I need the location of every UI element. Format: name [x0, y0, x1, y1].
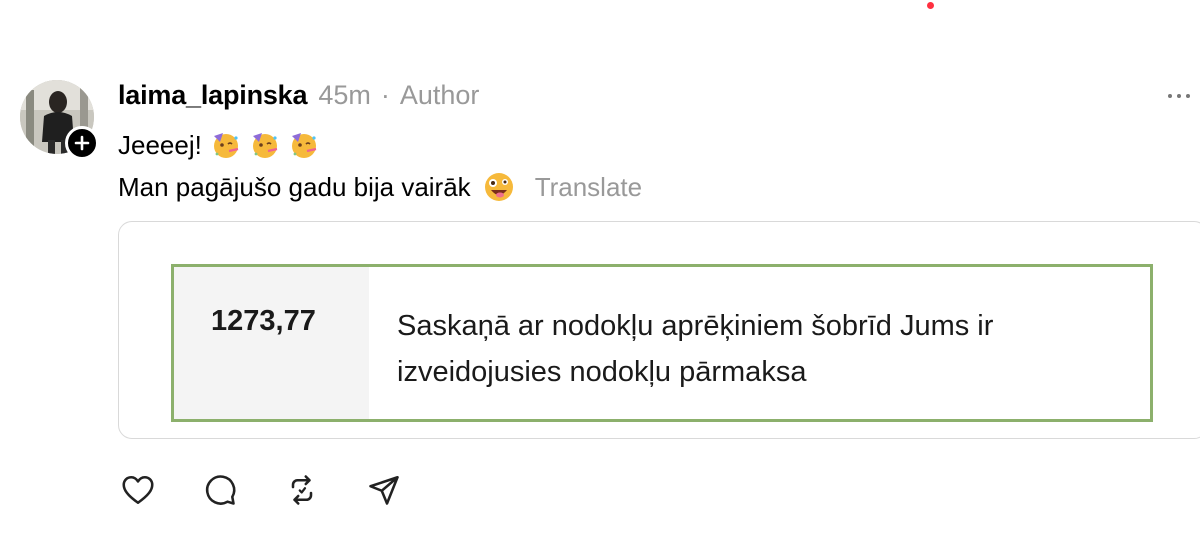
username-link[interactable]: laima_lapinska: [118, 80, 308, 111]
author-badge: Author: [399, 80, 480, 110]
tax-overpayment-box: 1273,77 Saskaņā ar nodokļu aprēķiniem šo…: [171, 264, 1153, 422]
heart-icon: [122, 475, 154, 505]
tax-message-line-1: Saskaņā ar nodokļu aprēķiniem šobrīd Jum…: [397, 310, 994, 342]
notification-dot: [927, 2, 934, 9]
post-text: Jeeeej!: [118, 129, 202, 160]
more-options-button[interactable]: [1168, 84, 1200, 108]
post-actions: [118, 470, 404, 510]
more-dot-icon: [1168, 94, 1172, 98]
partying-face-emoji-icon: [289, 130, 319, 160]
plus-icon: [74, 135, 90, 151]
comment-button[interactable]: [200, 470, 240, 510]
send-icon: [369, 475, 399, 505]
post-header: laima_lapinska 45m · Author: [118, 80, 479, 114]
like-button[interactable]: [118, 470, 158, 510]
post-text: Man pagājušo gadu bija vairāk: [118, 171, 471, 202]
share-button[interactable]: [364, 470, 404, 510]
separator-dot: ·: [380, 80, 390, 110]
post-timestamp[interactable]: 45m: [318, 80, 371, 111]
post-text-line-1: Jeeeej!: [118, 128, 319, 162]
partying-face-emoji-icon: [250, 130, 280, 160]
tax-message-line-2: izveidojusies nodokļu pārmaksa: [397, 356, 807, 388]
more-dot-icon: [1177, 94, 1181, 98]
message-cell: Saskaņā ar nodokļu aprēķiniem šobrīd Jum…: [369, 267, 1150, 419]
attachment-image[interactable]: 1273,77 Saskaņā ar nodokļu aprēķiniem šo…: [118, 221, 1200, 439]
comment-icon: [205, 475, 236, 505]
translate-link[interactable]: Translate: [535, 172, 642, 203]
more-dot-icon: [1186, 94, 1190, 98]
zany-face-emoji-icon: [483, 171, 515, 203]
tax-amount: 1273,77: [211, 305, 316, 337]
follow-plus-button[interactable]: [65, 126, 99, 160]
repost-button[interactable]: [282, 470, 322, 510]
avatar-container[interactable]: [20, 80, 99, 160]
partying-face-emoji-icon: [211, 130, 241, 160]
post-text-line-2: Man pagājušo gadu bija vairāk Translate: [118, 170, 642, 204]
repost-icon: [291, 475, 313, 505]
amount-cell: 1273,77: [174, 267, 369, 419]
